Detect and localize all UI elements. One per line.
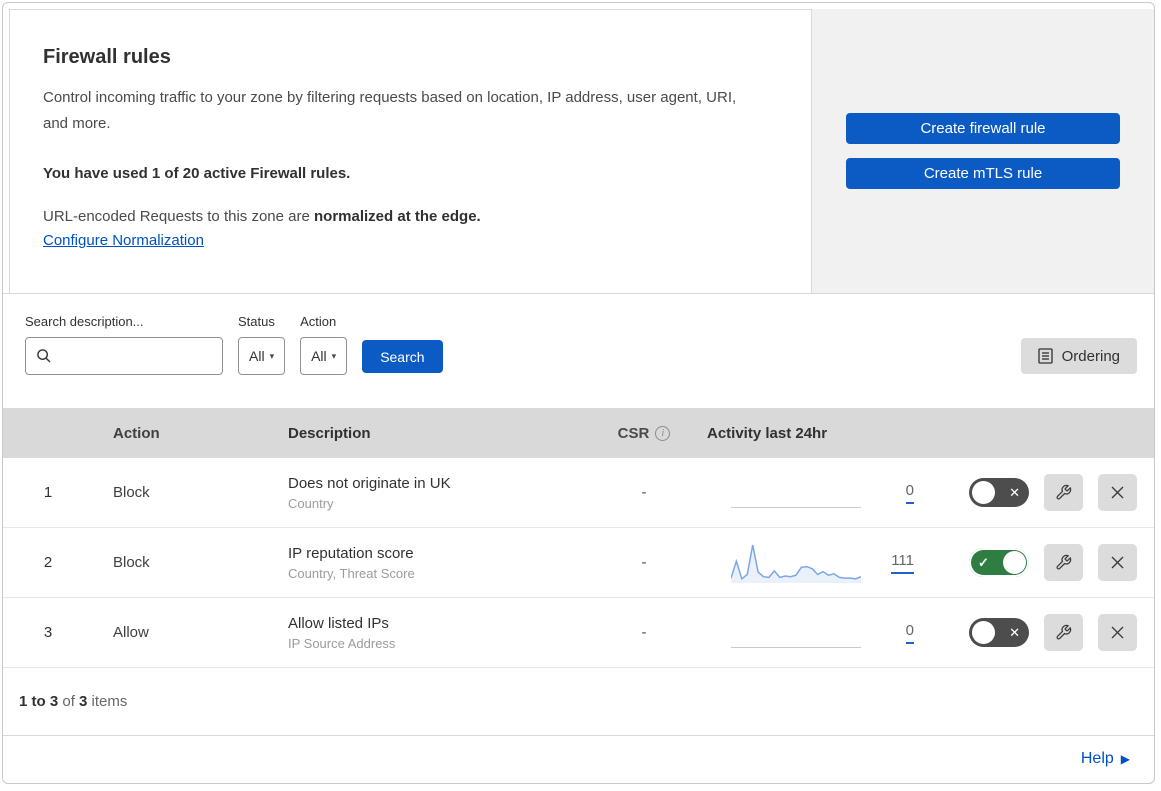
- rule-enabled-toggle[interactable]: ✓ ✕: [969, 478, 1029, 507]
- rule-enabled-toggle[interactable]: ✓ ✕: [969, 618, 1029, 647]
- rule-fields: Country, Threat Score: [288, 565, 415, 581]
- header-description: Description: [288, 424, 371, 442]
- help-link[interactable]: Help ▶: [1081, 750, 1130, 768]
- table-row: 1 Block Does not originate in UK Country…: [3, 458, 1154, 528]
- header-activity: Activity last 24hr: [707, 424, 828, 442]
- activity-sparkline-empty: [731, 612, 861, 654]
- edit-rule-button[interactable]: [1044, 614, 1083, 651]
- rule-fields: Country: [288, 495, 334, 511]
- create-firewall-rule-button[interactable]: Create firewall rule: [846, 113, 1120, 144]
- rule-description: Allow listed IPs: [288, 614, 389, 632]
- action-label: Action: [300, 314, 337, 329]
- table-row: 2 Block IP reputation score Country, Thr…: [3, 528, 1154, 598]
- search-input[interactable]: [60, 348, 210, 364]
- filter-bar: Search description... Status All ▾ Actio…: [3, 294, 1154, 408]
- help-bar: Help ▶: [3, 736, 1154, 781]
- activity-count-link[interactable]: 111: [891, 552, 914, 574]
- action-value: All: [311, 348, 327, 364]
- x-icon: ✕: [1009, 485, 1020, 500]
- x-icon: ✕: [1009, 625, 1020, 640]
- delete-rule-button[interactable]: [1098, 474, 1137, 511]
- range-text: 1 to 3: [19, 693, 59, 710]
- wrench-icon: [1055, 484, 1072, 501]
- cta-panel: Create firewall rule Create mTLS rule: [812, 9, 1154, 293]
- rule-action: Block: [113, 554, 150, 571]
- search-field[interactable]: [25, 337, 223, 375]
- activity-count-link[interactable]: 0: [905, 622, 914, 644]
- close-icon: [1110, 555, 1125, 570]
- search-label: Search description...: [25, 314, 144, 329]
- header-action: Action: [113, 424, 160, 442]
- rule-priority: 1: [43, 484, 53, 501]
- rule-action: Block: [113, 484, 150, 501]
- header-csr: CSR i: [589, 425, 699, 442]
- rule-csr: -: [641, 624, 647, 641]
- toggle-knob: [972, 481, 995, 504]
- rule-description: IP reputation score: [288, 544, 414, 562]
- action-dropdown[interactable]: All ▾: [300, 337, 348, 375]
- activity-sparkline: [731, 542, 861, 584]
- chevron-down-icon: ▾: [331, 350, 337, 361]
- rule-csr: -: [641, 484, 647, 501]
- normalization-bold-text: normalized at the edge.: [314, 208, 481, 225]
- page-title: Firewall rules: [43, 46, 171, 68]
- create-mtls-rule-button[interactable]: Create mTLS rule: [846, 158, 1120, 189]
- delete-rule-button[interactable]: [1098, 544, 1137, 581]
- total-text: 3: [79, 693, 88, 710]
- status-dropdown[interactable]: All ▾: [238, 337, 286, 375]
- rule-fields: IP Source Address: [288, 635, 396, 651]
- table-header: Action Description CSR i Activity last 24…: [3, 408, 1154, 458]
- wrench-icon: [1055, 554, 1072, 571]
- delete-rule-button[interactable]: [1098, 614, 1137, 651]
- wrench-icon: [1055, 624, 1072, 641]
- chevron-down-icon: ▾: [269, 350, 275, 361]
- activity-count-link[interactable]: 0: [905, 482, 914, 504]
- search-icon: [36, 348, 52, 364]
- page-description: Control incoming traffic to your zone by…: [43, 89, 737, 132]
- normalization-note: URL-encoded Requests to this zone are no…: [43, 208, 775, 225]
- activity-sparkline-empty: [731, 472, 861, 514]
- rule-enabled-toggle[interactable]: ✓ ✕: [969, 548, 1029, 577]
- table-row: 3 Allow Allow listed IPs IP Source Addre…: [3, 598, 1154, 668]
- ordering-label: Ordering: [1061, 347, 1120, 365]
- check-icon: ✓: [978, 555, 989, 570]
- rule-priority: 3: [43, 624, 53, 641]
- pagination-summary: 1 to 3 of 3 items: [3, 668, 1154, 736]
- firewall-rules-page: Firewall rules Control incoming traffic …: [2, 2, 1155, 784]
- edit-rule-button[interactable]: [1044, 544, 1083, 581]
- normalization-text: URL-encoded Requests to this zone are: [43, 208, 314, 225]
- configure-normalization-link[interactable]: Configure Normalization: [43, 232, 204, 249]
- close-icon: [1110, 485, 1125, 500]
- toggle-knob: [1003, 551, 1026, 574]
- toggle-knob: [972, 621, 995, 644]
- status-label: Status: [238, 314, 275, 329]
- ordering-list-icon: [1037, 348, 1053, 364]
- rule-action: Allow: [113, 624, 149, 641]
- edit-rule-button[interactable]: [1044, 474, 1083, 511]
- top-section: Firewall rules Control incoming traffic …: [3, 3, 1154, 294]
- info-icon[interactable]: i: [655, 425, 671, 441]
- close-icon: [1110, 625, 1125, 640]
- search-button[interactable]: Search: [362, 340, 443, 373]
- ordering-button[interactable]: Ordering: [1020, 338, 1137, 374]
- rule-csr: -: [641, 554, 647, 571]
- intro-card: Firewall rules Control incoming traffic …: [9, 9, 812, 293]
- arrow-right-icon: ▶: [1120, 751, 1130, 766]
- usage-summary: You have used 1 of 20 active Firewall ru…: [43, 165, 351, 182]
- rule-priority: 2: [43, 554, 53, 571]
- status-value: All: [249, 348, 265, 364]
- rule-description: Does not originate in UK: [288, 474, 451, 492]
